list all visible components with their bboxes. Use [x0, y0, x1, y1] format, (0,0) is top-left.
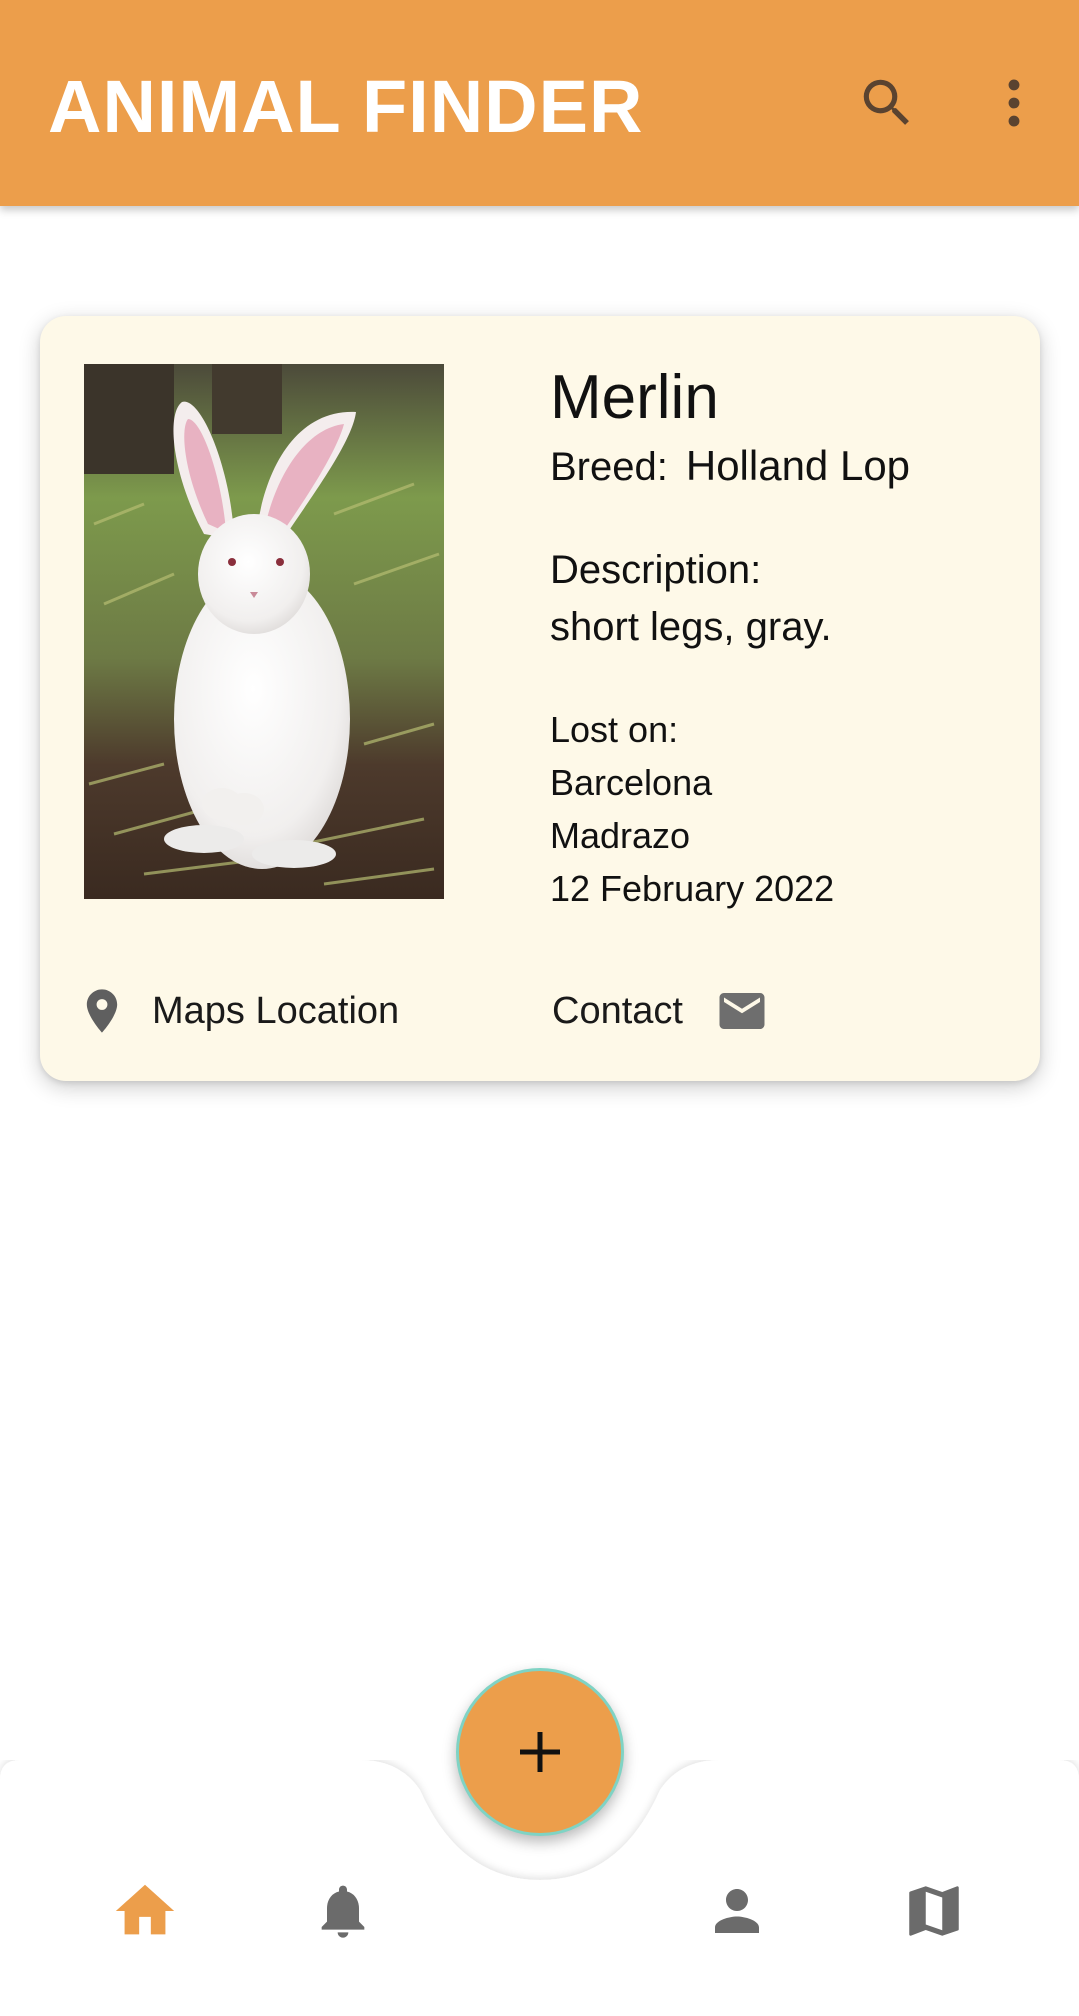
app-bar: ANIMAL FINDER [0, 0, 1079, 206]
mail-icon [719, 993, 765, 1029]
bell-icon [321, 1885, 365, 1938]
location-pin-icon [86, 989, 118, 1033]
lost-date: 12 February 2022 [550, 868, 835, 909]
breed-row: Breed: Holland Lop [550, 440, 910, 493]
map-icon [909, 1886, 959, 1936]
rabbit-photo-illustration [84, 364, 444, 899]
nav-profile[interactable] [692, 1866, 782, 1956]
nav-notifications[interactable] [298, 1866, 388, 1956]
more-options-button[interactable] [969, 58, 1059, 148]
home-icon [115, 1884, 175, 1935]
lost-place: Madrazo [550, 815, 691, 856]
search-button[interactable] [842, 58, 932, 148]
pet-photo [84, 364, 444, 899]
contact-button[interactable]: Contact [552, 976, 769, 1046]
app-title: ANIMAL FINDER [48, 65, 644, 148]
pet-name: Merlin [550, 363, 719, 432]
more-vert-icon [1008, 79, 1020, 127]
description-label: Description: [550, 548, 762, 592]
lost-on-label: Lost on: [550, 709, 679, 750]
person-icon [715, 1889, 759, 1933]
maps-location-label: Maps Location [152, 989, 400, 1032]
nav-home[interactable] [100, 1866, 190, 1956]
pet-card[interactable]: Merlin Breed: Holland Lop Description: sh… [40, 316, 1040, 1081]
breed-value: Holland Lop [685, 442, 911, 489]
contact-label: Contact [552, 989, 683, 1032]
add-pet-fab[interactable] [456, 1668, 624, 1836]
description-value: short legs, gray. [550, 605, 832, 649]
nav-map[interactable] [889, 1866, 979, 1956]
breed-label: Breed: [550, 445, 668, 489]
lost-city: Barcelona [550, 762, 713, 803]
maps-location-button[interactable]: Maps Location [76, 976, 399, 1046]
search-icon [863, 79, 909, 125]
plus-icon [520, 1732, 560, 1772]
